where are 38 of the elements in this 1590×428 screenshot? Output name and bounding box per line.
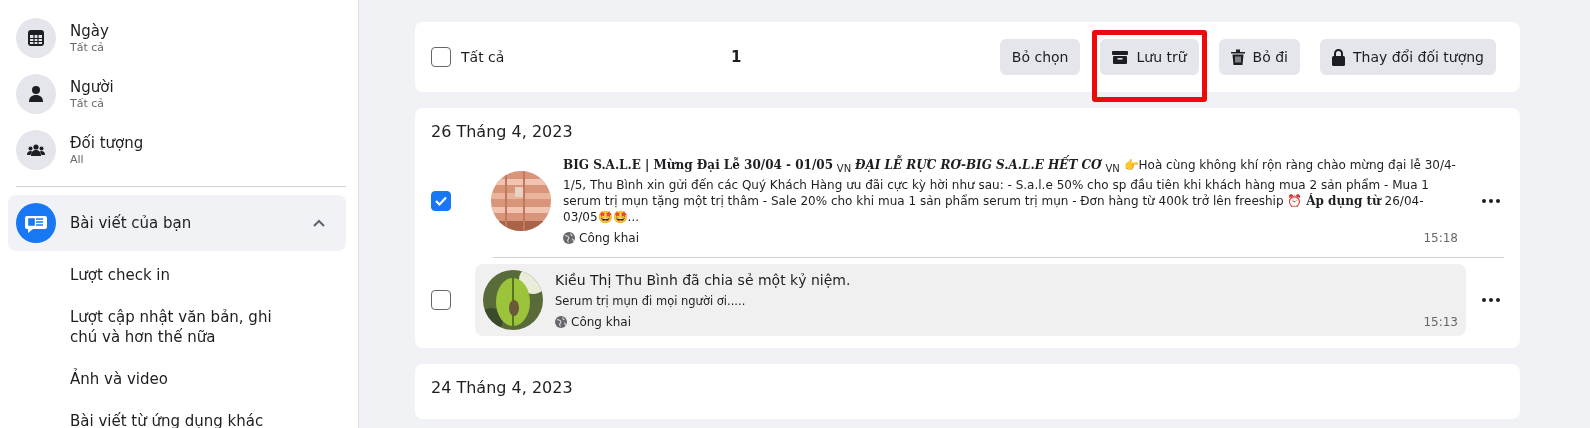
- sidebar-item[interactable]: Lượt cập nhật văn bản, ghi chú và hơn thế nữa: [70, 307, 300, 347]
- action-button[interactable]: Bỏ chọn: [999, 39, 1081, 75]
- checkbox[interactable]: [431, 47, 451, 67]
- date-heading: 24 Tháng 4, 2023: [431, 378, 574, 398]
- checkmark-icon: [434, 194, 448, 209]
- filter-label[interactable]: Đối tượng: [70, 133, 144, 153]
- filter-value: All: [70, 152, 85, 167]
- action-button[interactable]: Lưu trữ: [1100, 39, 1199, 75]
- post-time: 15:18: [1423, 231, 1458, 246]
- checkbox[interactable]: [431, 191, 451, 212]
- person-icon: [26, 84, 46, 104]
- privacy-label: Công khai: [571, 315, 631, 330]
- date-heading: 26 Tháng 4, 2023: [431, 122, 574, 141]
- select-all-label: Tất cả: [461, 49, 505, 65]
- filter-value: Tất cả: [70, 96, 106, 111]
- filter-label[interactable]: Ngày: [70, 21, 109, 41]
- filter-label[interactable]: Người: [70, 77, 114, 97]
- lock-icon: [1332, 48, 1345, 66]
- privacy-label: Công khai: [579, 231, 639, 246]
- post-icon: [16, 203, 56, 243]
- checkbox[interactable]: [431, 290, 451, 311]
- post-text: BIG S.A.L.E | Mừng Đại Lễ 30/04 - 01/05 $_{VN}$ ĐẠI LỄ RỰC RƠ-BIG S.A.L.E HẾT CƠ $_{VN}$ 👉Hoà cùng không khí rộn ràng chào mừng đại lễ 30/4-1/5, Thu Bình xin gửi đến các Quý Khách Hàng ưu đãi cực kỳ hời như sau: - S.a.l.e 50% cho sp đầu tiên khi khách hàng mua 2 sản phẩm - Mua 1 serum trị mụn tặng một trị thâm - Sale 20% cho khi mua 1 sản phẩm serum trị mụn - Đơn hàng từ 400k trở lên freeship ⏰ Áp dụng từ 26/04-03/05🤩🤩...: [563, 157, 1458, 226]
- sidebar-item[interactable]: Ảnh và video: [70, 369, 300, 389]
- section-label: Bài viết của bạn: [70, 214, 193, 232]
- globe-icon: [555, 316, 567, 329]
- sidebar-item[interactable]: Lượt check in: [70, 265, 300, 285]
- post-time: 15:13: [1423, 315, 1458, 330]
- action-button[interactable]: Thay đổi đối tượng: [1320, 39, 1496, 75]
- post-text: Serum trị mụn đi mọi người ơi.....: [555, 293, 747, 310]
- filter-value: Tất cả: [70, 40, 106, 55]
- selected-count: 1: [731, 48, 742, 66]
- globe-icon: [563, 232, 575, 245]
- action-button[interactable]: Bỏ đi: [1218, 39, 1300, 75]
- calendar-icon: [26, 28, 46, 48]
- section-header[interactable]: Bài viết của bạn: [8, 195, 346, 251]
- trash-icon: [1230, 49, 1245, 65]
- memory-title: Kiều Thị Thu Bình đã chia sẻ một kỷ niệm.: [555, 271, 852, 290]
- archive-box-icon: [1112, 50, 1129, 64]
